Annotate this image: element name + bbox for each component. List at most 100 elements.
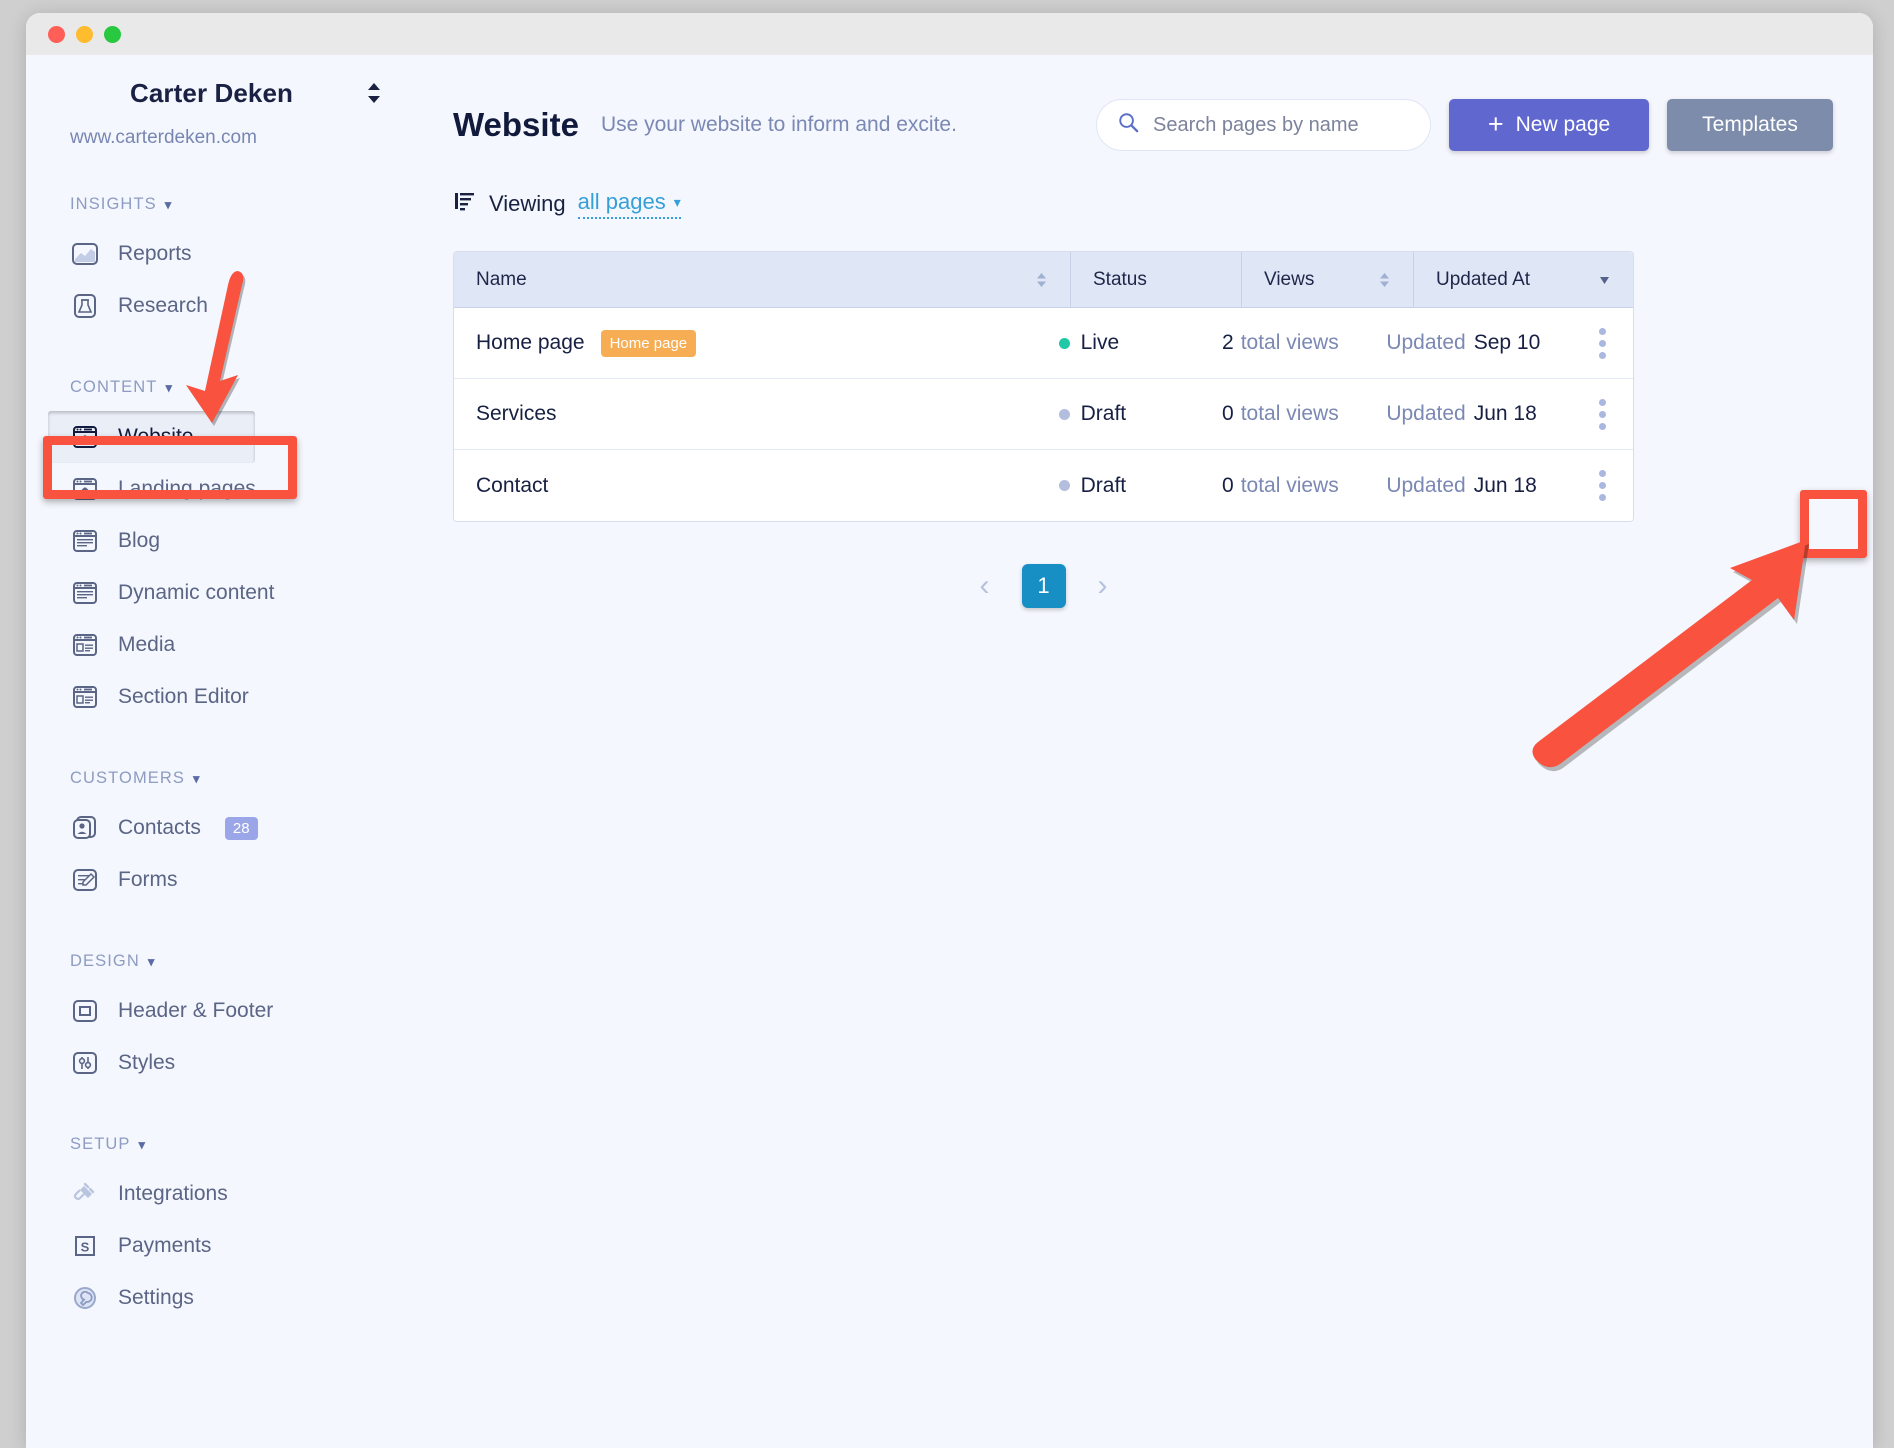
sidebar-item-dynamic-content[interactable]: Dynamic content [26,567,413,619]
sidebar-item-label: Header & Footer [118,999,273,1023]
group-label-text: DESIGN [70,952,140,971]
sort-icon[interactable] [1035,270,1048,290]
chevron-left-icon[interactable]: ‹ [980,571,990,601]
cell-views: 0 total views [1200,474,1364,498]
window-titlebar [26,13,1873,55]
page-name: Home page [476,331,585,355]
sidebar-item-label: Blog [118,529,160,553]
pagination: ‹ 1 › [453,564,1634,608]
chevron-right-icon[interactable]: › [1098,571,1108,601]
sidebar-item-settings[interactable]: Settings [26,1272,413,1324]
table-row[interactable]: Services Draft 0 total views Updated Jun… [454,379,1633,450]
home-page-tag: Home page [601,330,697,357]
views-label: total views [1241,402,1339,426]
sort-desc-icon[interactable] [1598,270,1611,290]
viewing-label: Viewing [489,191,566,217]
page-name: Services [476,402,557,426]
status-dot-draft [1059,480,1070,491]
sidebar-item-header-footer[interactable]: Header & Footer [26,985,413,1037]
chevron-up-down-icon[interactable] [363,80,385,106]
reports-icon [70,239,100,269]
styles-icon [70,1048,100,1078]
table-row[interactable]: Contact Draft 0 total views Updated Jun … [454,450,1633,521]
viewing-filter-dropdown[interactable]: all pages ▾ [578,189,681,219]
templates-label: Templates [1702,113,1798,137]
new-page-button[interactable]: + New page [1449,99,1649,151]
views-label: total views [1241,474,1339,498]
sidebar-item-label: Website [118,425,193,449]
search-pages-box[interactable] [1096,99,1431,151]
group-label-text: CONTENT [70,378,157,397]
views-label: total views [1241,331,1339,355]
column-label: Status [1093,269,1147,291]
site-url[interactable]: www.carterdeken.com [26,115,413,149]
group-label-text: SETUP [70,1135,131,1154]
viewing-filter-value: all pages [578,189,666,215]
sidebar-item-forms[interactable]: Forms [26,854,413,906]
page-name: Contact [476,474,548,498]
kebab-dot [1599,423,1606,430]
sidebar-item-label: Styles [118,1051,175,1075]
sidebar-group-insights[interactable]: INSIGHTS ▾ [26,195,413,214]
status-dot-draft [1059,409,1070,420]
header-footer-icon [70,996,100,1026]
sidebar-item-research[interactable]: Research [26,280,413,332]
sidebar-group-customers[interactable]: CUSTOMERS ▾ [26,769,413,788]
updated-label: Updated [1386,331,1465,355]
updated-label: Updated [1386,474,1465,498]
sidebar-item-styles[interactable]: Styles [26,1037,413,1089]
sidebar-item-media[interactable]: Media [26,619,413,671]
sidebar-item-landing-pages[interactable]: Landing pages [26,463,413,515]
row-actions-menu-button-contact[interactable] [1573,450,1633,521]
sort-icon[interactable] [1378,270,1391,290]
sidebar-group-setup[interactable]: SETUP ▾ [26,1135,413,1154]
minimize-window-button[interactable] [76,26,93,43]
plug-icon [70,1179,100,1209]
sidebar-item-contacts[interactable]: Contacts 28 [26,802,413,854]
kebab-dot [1599,340,1606,347]
sidebar-item-label: Reports [118,242,192,266]
group-label-text: INSIGHTS [70,195,157,214]
row-actions-menu-button[interactable] [1573,308,1633,378]
sidebar-group-content[interactable]: CONTENT ▾ [26,378,413,397]
site-name: Carter Deken [26,78,363,109]
column-header-status: Status [1071,252,1242,307]
sidebar-item-label: Media [118,633,175,657]
chevron-down-icon: ▾ [139,1137,147,1153]
cell-updated-at: Updated Jun 18 [1364,474,1573,498]
sidebar-item-label: Landing pages [118,477,256,501]
list-filter-icon [453,189,477,219]
row-actions-menu-button[interactable] [1573,379,1633,449]
kebab-dot [1599,399,1606,406]
chevron-down-icon: ▾ [165,380,173,396]
page-number-1[interactable]: 1 [1022,564,1066,608]
section-editor-icon [70,682,100,712]
sidebar-item-payments[interactable]: S Payments [26,1220,413,1272]
sidebar-item-section-editor[interactable]: Section Editor [26,671,413,723]
sidebar-group-design[interactable]: DESIGN ▾ [26,952,413,971]
updated-label: Updated [1386,402,1465,426]
views-count: 0 [1222,402,1234,426]
column-header-name[interactable]: Name [454,252,1071,307]
column-header-views[interactable]: Views [1242,252,1414,307]
sidebar-item-reports[interactable]: Reports [26,228,413,280]
sidebar-item-blog[interactable]: Blog [26,515,413,567]
cell-status: Live [1037,331,1200,355]
table-row[interactable]: Home page Home page Live 2 total views U… [454,308,1633,379]
svg-text:S: S [81,1240,90,1255]
page-subtitle: Use your website to inform and excite. [601,113,957,137]
page-header: Website Use your website to inform and e… [453,99,1833,151]
updated-date: Sep 10 [1474,331,1541,355]
maximize-window-button[interactable] [104,26,121,43]
sidebar-item-label: Contacts [118,816,201,840]
cell-updated-at: Updated Sep 10 [1364,331,1573,355]
search-input[interactable] [1153,114,1410,137]
close-window-button[interactable] [48,26,65,43]
search-icon [1117,111,1140,139]
column-header-updated-at[interactable]: Updated At [1414,252,1633,307]
chevron-down-icon: ▾ [165,197,173,213]
templates-button[interactable]: Templates [1667,99,1833,151]
sidebar-item-website[interactable]: Website [48,411,255,463]
sidebar-item-integrations[interactable]: Integrations [26,1168,413,1220]
cell-name: Home page Home page [454,330,1037,357]
